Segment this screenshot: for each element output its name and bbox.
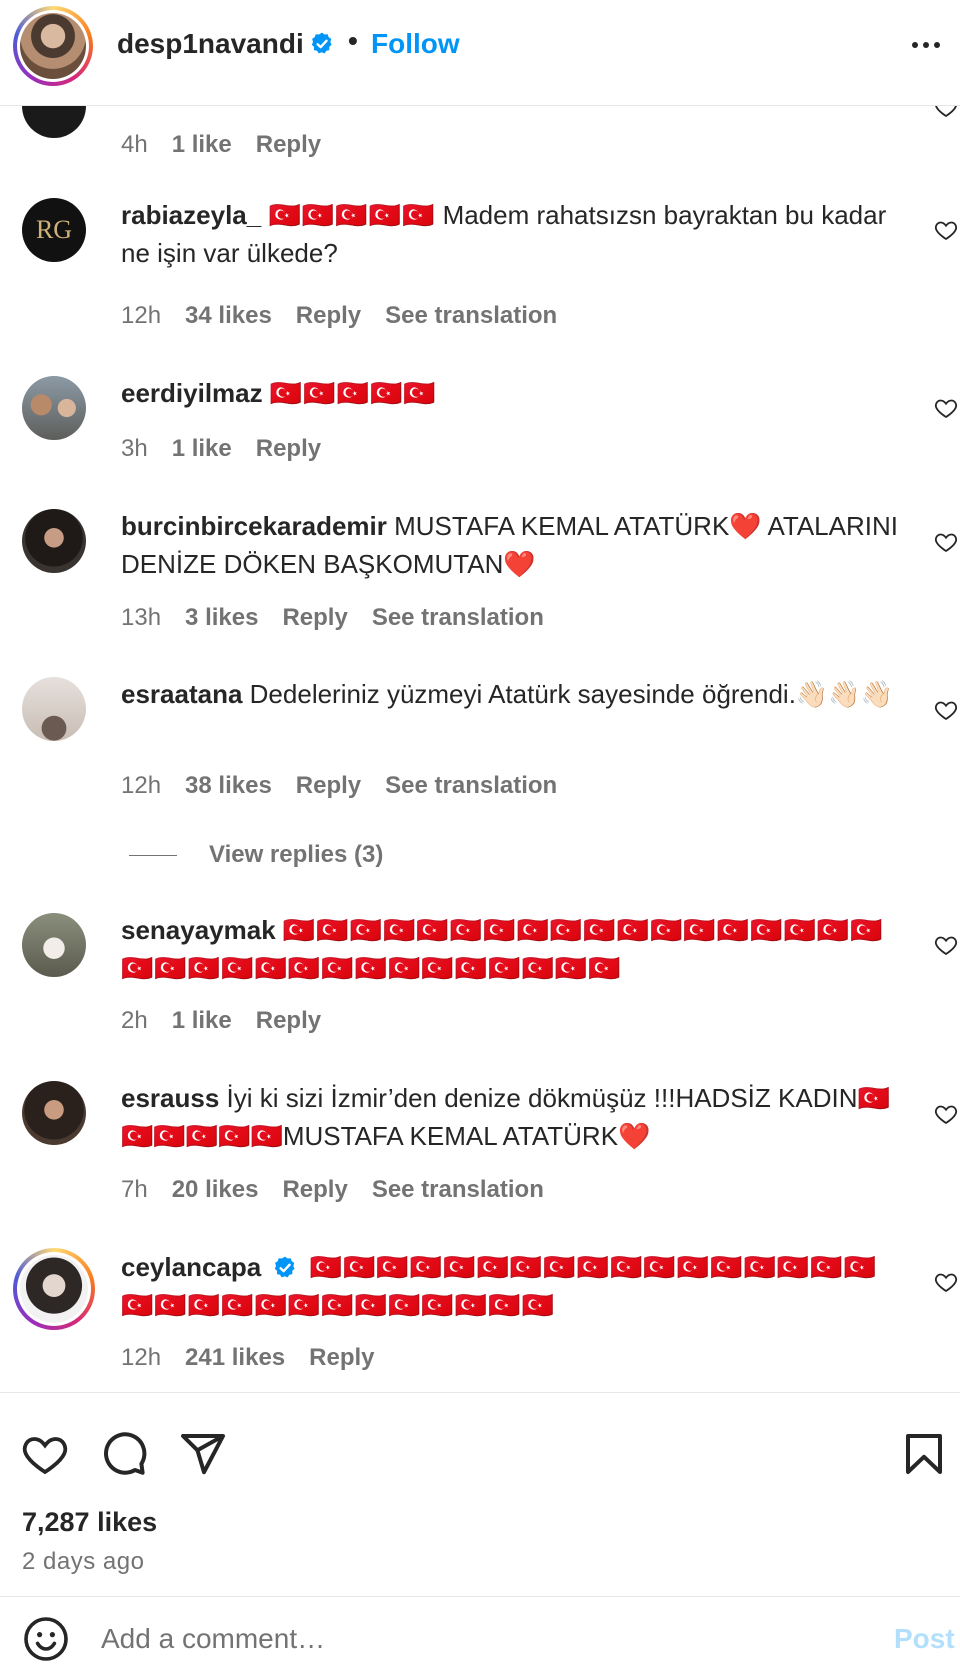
- reply-button[interactable]: Reply: [282, 1176, 347, 1204]
- comment-flags: 🇹🇷🇹🇷🇹🇷🇹🇷🇹🇷: [269, 378, 437, 408]
- like-comment-heart-icon[interactable]: [934, 218, 958, 242]
- comment-username[interactable]: esrauss: [121, 1083, 219, 1113]
- avatar[interactable]: [22, 1081, 86, 1145]
- comment-meta: 12h 241 likes Reply: [121, 1344, 375, 1372]
- comment-text: İyi ki sizi İzmir’den denize dökmüşüz !!…: [121, 1083, 890, 1151]
- avatar: [17, 10, 89, 82]
- comment-input[interactable]: [101, 1619, 861, 1659]
- comment-username[interactable]: senayaymak: [121, 915, 276, 945]
- comment-time: 12h: [121, 302, 162, 329]
- comment-likes[interactable]: 1 like: [172, 131, 232, 159]
- see-translation-button[interactable]: See translation: [385, 302, 557, 330]
- comments-list: 4h 1 like Reply RG rabiazeyla_ 🇹🇷🇹🇷🇹🇷🇹🇷🇹…: [0, 0, 960, 1392]
- verified-badge-icon: [311, 32, 332, 54]
- comment-likes[interactable]: 3 likes: [185, 604, 258, 632]
- comment-time: 13h: [121, 604, 162, 631]
- separator-dot: •: [348, 25, 358, 56]
- comment-body: rabiazeyla_ 🇹🇷🇹🇷🇹🇷🇹🇷🇹🇷 Madem rahatsızsn …: [121, 196, 901, 272]
- see-translation-button[interactable]: See translation: [372, 604, 544, 632]
- comment-flags: 🇹🇷🇹🇷🇹🇷🇹🇷🇹🇷: [268, 200, 436, 230]
- reply-button[interactable]: Reply: [256, 1007, 321, 1035]
- like-comment-heart-icon[interactable]: [934, 530, 958, 554]
- action-bar: 7,287 likes 2 days ago: [0, 1392, 960, 1584]
- see-translation-button[interactable]: See translation: [385, 772, 557, 800]
- comment-time: 12h: [121, 772, 162, 799]
- comment-meta: 12h 34 likes Reply See translation: [121, 302, 557, 330]
- reply-button[interactable]: Reply: [282, 604, 347, 632]
- comment-username[interactable]: esraatana: [121, 679, 242, 709]
- comment-meta: 2h 1 like Reply: [121, 1007, 321, 1035]
- comment-icon[interactable]: [100, 1430, 148, 1478]
- post-comment-button[interactable]: Post: [894, 1623, 955, 1655]
- post-date: 2 days ago: [22, 1548, 145, 1575]
- comment-time: 7h: [121, 1176, 148, 1203]
- comment-time: 3h: [121, 435, 148, 462]
- story-ring[interactable]: [13, 1248, 95, 1330]
- follow-button[interactable]: Follow: [371, 28, 460, 60]
- comment-meta: 3h 1 like Reply: [121, 435, 321, 463]
- comment-username[interactable]: eerdiyilmaz: [121, 378, 263, 408]
- comment-likes[interactable]: 1 like: [172, 435, 232, 463]
- post-likes-count[interactable]: 7,287 likes: [22, 1507, 157, 1538]
- view-replies-line: [129, 854, 177, 856]
- comment-composer: Post: [0, 1596, 960, 1678]
- like-comment-heart-icon[interactable]: [934, 698, 958, 722]
- comment-body: eerdiyilmaz 🇹🇷🇹🇷🇹🇷🇹🇷🇹🇷: [121, 374, 901, 412]
- comment-text: Dedeleriniz yüzmeyi Atatürk sayesinde öğ…: [249, 679, 894, 709]
- comment-meta: 12h 38 likes Reply See translation: [121, 772, 557, 800]
- comment-username[interactable]: ceylancapa: [121, 1252, 261, 1282]
- comment-meta: 7h 20 likes Reply See translation: [121, 1176, 544, 1204]
- avatar-picture: [20, 1255, 88, 1323]
- comment-time: 2h: [121, 1007, 148, 1034]
- comment-body: senayaymak 🇹🇷🇹🇷🇹🇷🇹🇷🇹🇷🇹🇷🇹🇷🇹🇷🇹🇷🇹🇷🇹🇷🇹🇷🇹🇷🇹🇷🇹…: [121, 911, 901, 987]
- header-username[interactable]: desp1navandi: [117, 28, 304, 60]
- view-replies-button[interactable]: View replies (3): [129, 841, 383, 869]
- avatar[interactable]: RG: [22, 198, 86, 262]
- avatar: [17, 1252, 91, 1326]
- post-header: desp1navandi • Follow: [0, 0, 960, 106]
- heart-icon[interactable]: [21, 1430, 69, 1478]
- comment-meta: 13h 3 likes Reply See translation: [121, 604, 544, 632]
- reply-button[interactable]: Reply: [309, 1344, 374, 1372]
- comment-username[interactable]: rabiazeyla_: [121, 200, 261, 230]
- comment-meta: 4h 1 like Reply: [121, 131, 321, 159]
- comment-likes[interactable]: 34 likes: [185, 302, 272, 330]
- comment-time: 12h: [121, 1344, 162, 1371]
- like-comment-heart-icon[interactable]: [934, 396, 958, 420]
- avatar[interactable]: [22, 376, 86, 440]
- like-comment-heart-icon[interactable]: [934, 1270, 958, 1294]
- avatar[interactable]: [22, 913, 86, 977]
- verified-badge-icon: [275, 1256, 295, 1278]
- comment-body: ceylancapa 🇹🇷🇹🇷🇹🇷🇹🇷🇹🇷🇹🇷🇹🇷🇹🇷🇹🇷🇹🇷🇹🇷🇹🇷🇹🇷🇹🇷🇹…: [121, 1248, 901, 1324]
- like-comment-heart-icon[interactable]: [934, 933, 958, 957]
- more-options-icon[interactable]: [912, 30, 948, 60]
- comment-body: esrauss İyi ki sizi İzmir’den denize dök…: [121, 1079, 901, 1155]
- comment-body: esraatana Dedeleriniz yüzmeyi Atatürk sa…: [121, 675, 901, 713]
- comment-body: burcinbircekarademir MUSTAFA KEMAL ATATÜ…: [121, 507, 901, 583]
- comment-likes[interactable]: 241 likes: [185, 1344, 285, 1372]
- avatar-picture: [20, 13, 86, 79]
- comment-likes[interactable]: 1 like: [172, 1007, 232, 1035]
- comment-likes[interactable]: 38 likes: [185, 772, 272, 800]
- bookmark-icon[interactable]: [900, 1430, 948, 1478]
- story-ring[interactable]: [13, 6, 93, 86]
- share-icon[interactable]: [179, 1430, 227, 1478]
- reply-button[interactable]: Reply: [296, 302, 361, 330]
- avatar[interactable]: [22, 509, 86, 573]
- emoji-icon[interactable]: [22, 1615, 70, 1663]
- see-translation-button[interactable]: See translation: [372, 1176, 544, 1204]
- reply-button[interactable]: Reply: [256, 435, 321, 463]
- reply-button[interactable]: Reply: [256, 131, 321, 159]
- comment-likes[interactable]: 20 likes: [172, 1176, 259, 1204]
- avatar[interactable]: [22, 677, 86, 741]
- rg-logo: RG: [35, 215, 73, 244]
- comment-username[interactable]: burcinbircekarademir: [121, 511, 387, 541]
- comment-time: 4h: [121, 131, 148, 158]
- view-replies-label: View replies (3): [209, 841, 384, 868]
- like-comment-heart-icon[interactable]: [934, 1102, 958, 1126]
- reply-button[interactable]: Reply: [296, 772, 361, 800]
